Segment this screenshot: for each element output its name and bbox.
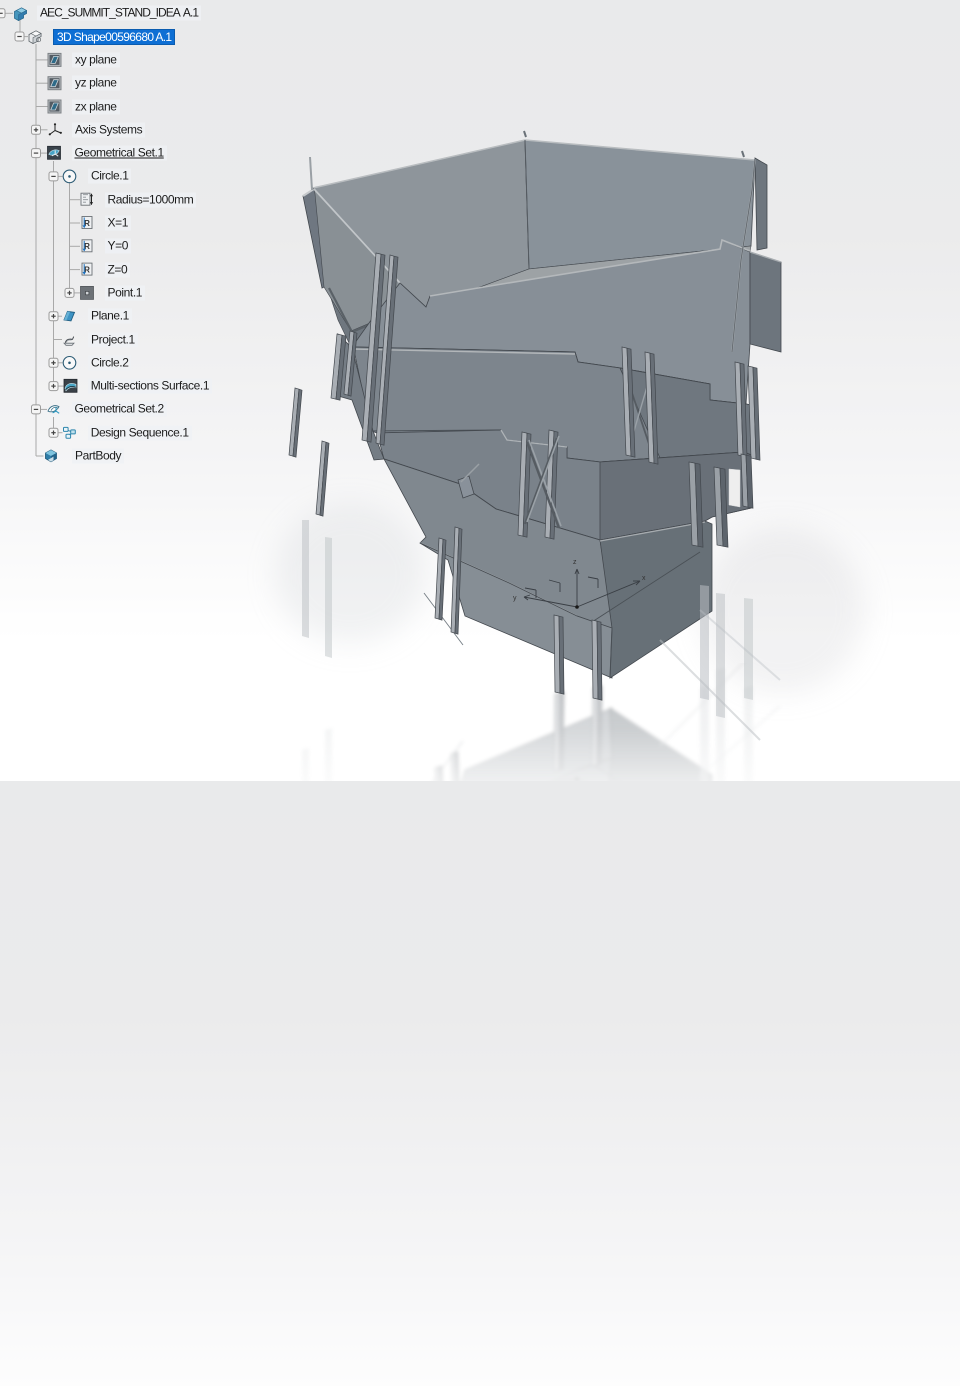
svg-text:x: x (642, 575, 646, 582)
svg-text:y: y (513, 784, 517, 791)
svg-text:x: x (642, 804, 646, 811)
svg-text:z: z (573, 820, 577, 827)
svg-text:z: z (573, 559, 577, 566)
svg-text:y: y (513, 595, 517, 602)
